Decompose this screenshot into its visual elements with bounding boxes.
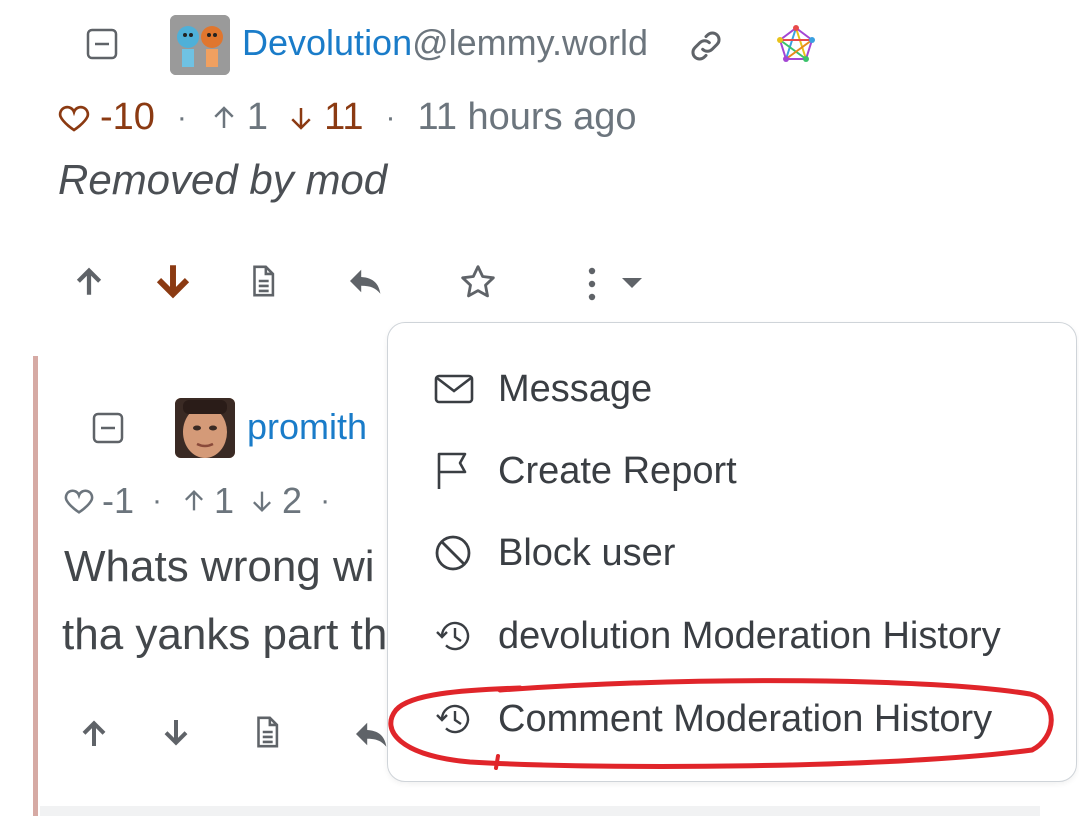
collapse-icon xyxy=(86,28,118,60)
upvote-count: 1 xyxy=(246,96,269,138)
username-link[interactable]: promith xyxy=(247,406,367,448)
separator: · xyxy=(152,484,163,517)
reply-icon xyxy=(350,269,381,294)
menu-item-label: devolution Moderation History xyxy=(498,614,1001,657)
username: Devolution xyxy=(242,22,413,63)
separator: · xyxy=(320,484,331,517)
view-source-button[interactable] xyxy=(246,263,280,299)
separator: · xyxy=(385,100,396,134)
permalink-button[interactable] xyxy=(686,26,726,66)
arrow-down-icon xyxy=(164,720,188,746)
downvote-button[interactable] xyxy=(152,260,194,302)
collapse-button[interactable] xyxy=(92,412,124,444)
reply-button[interactable] xyxy=(352,718,392,750)
separator: · xyxy=(176,100,187,134)
menu-item-label: Block user xyxy=(498,531,676,574)
avatar-image xyxy=(175,398,235,458)
comment-body: Removed by mod xyxy=(58,156,388,203)
view-source-button[interactable] xyxy=(250,714,284,750)
menu-item-label: Create Report xyxy=(498,449,737,492)
upvote-button[interactable] xyxy=(78,718,110,750)
avatar[interactable] xyxy=(175,398,235,458)
envelope-icon xyxy=(434,374,474,404)
fediverse-link[interactable] xyxy=(776,24,816,64)
upvote-count: 1 xyxy=(214,480,235,521)
history-icon xyxy=(434,702,472,736)
more-options-button[interactable] xyxy=(580,264,650,304)
arrow-up-small-icon xyxy=(214,105,234,128)
flag-icon xyxy=(434,451,470,491)
avatar[interactable] xyxy=(170,15,230,75)
downvote-count: 11 xyxy=(324,96,364,138)
more-dropdown-icon xyxy=(588,267,642,301)
reply-button[interactable] xyxy=(346,265,386,297)
menu-item-block-user[interactable]: Block user xyxy=(388,515,1078,591)
comment-body-line: tha yanks part th xyxy=(62,610,388,659)
username-link[interactable]: Devolution@lemmy.world xyxy=(242,22,648,64)
heart-icon xyxy=(64,489,94,514)
menu-item-message[interactable]: Message xyxy=(388,351,1078,427)
arrow-up-small-icon xyxy=(185,490,204,511)
star-icon xyxy=(461,265,495,298)
menu-item-user-moderation-history[interactable]: devolution Moderation History xyxy=(388,598,1078,674)
user-instance: @lemmy.world xyxy=(412,22,649,63)
collapse-icon xyxy=(92,412,124,444)
downvote-count: 2 xyxy=(282,480,303,521)
arrow-up-icon xyxy=(76,267,102,295)
comment-meta: -10 · 1 11 · 11 hours ago xyxy=(56,96,637,139)
heart-icon xyxy=(58,105,90,132)
link-icon xyxy=(691,31,721,61)
timestamp: 11 hours ago xyxy=(417,96,637,138)
reply-icon xyxy=(356,722,387,747)
comment-body-line: Whats wrong wi xyxy=(64,542,375,591)
document-icon xyxy=(257,716,279,748)
avatar-image xyxy=(170,15,230,75)
arrow-up-icon xyxy=(82,720,106,746)
comment-meta: -1 · 1 2 · xyxy=(62,480,330,522)
thread-indent-bar xyxy=(33,356,38,816)
score: -1 xyxy=(102,480,135,521)
downvote-button[interactable] xyxy=(160,716,192,748)
block-icon xyxy=(434,534,472,572)
arrow-down-small-icon xyxy=(253,491,272,512)
arrow-down-icon xyxy=(156,265,190,299)
upvote-button[interactable] xyxy=(72,265,106,299)
menu-item-label: Message xyxy=(498,367,653,410)
next-comment-edge xyxy=(40,806,1040,816)
save-button[interactable] xyxy=(458,262,498,302)
document-icon xyxy=(253,265,275,297)
score: -10 xyxy=(100,96,155,138)
collapse-button[interactable] xyxy=(86,28,118,60)
history-icon xyxy=(434,619,472,653)
menu-item-label: Comment Moderation History xyxy=(498,697,993,740)
menu-item-comment-moderation-history[interactable]: Comment Moderation History xyxy=(388,681,1078,757)
more-options-menu: Message Create Report Block user devolut… xyxy=(387,322,1077,782)
username: promith xyxy=(247,406,368,447)
arrow-down-small-icon xyxy=(291,107,311,130)
menu-item-create-report[interactable]: Create Report xyxy=(388,433,1078,509)
fediverse-icon xyxy=(777,25,815,62)
